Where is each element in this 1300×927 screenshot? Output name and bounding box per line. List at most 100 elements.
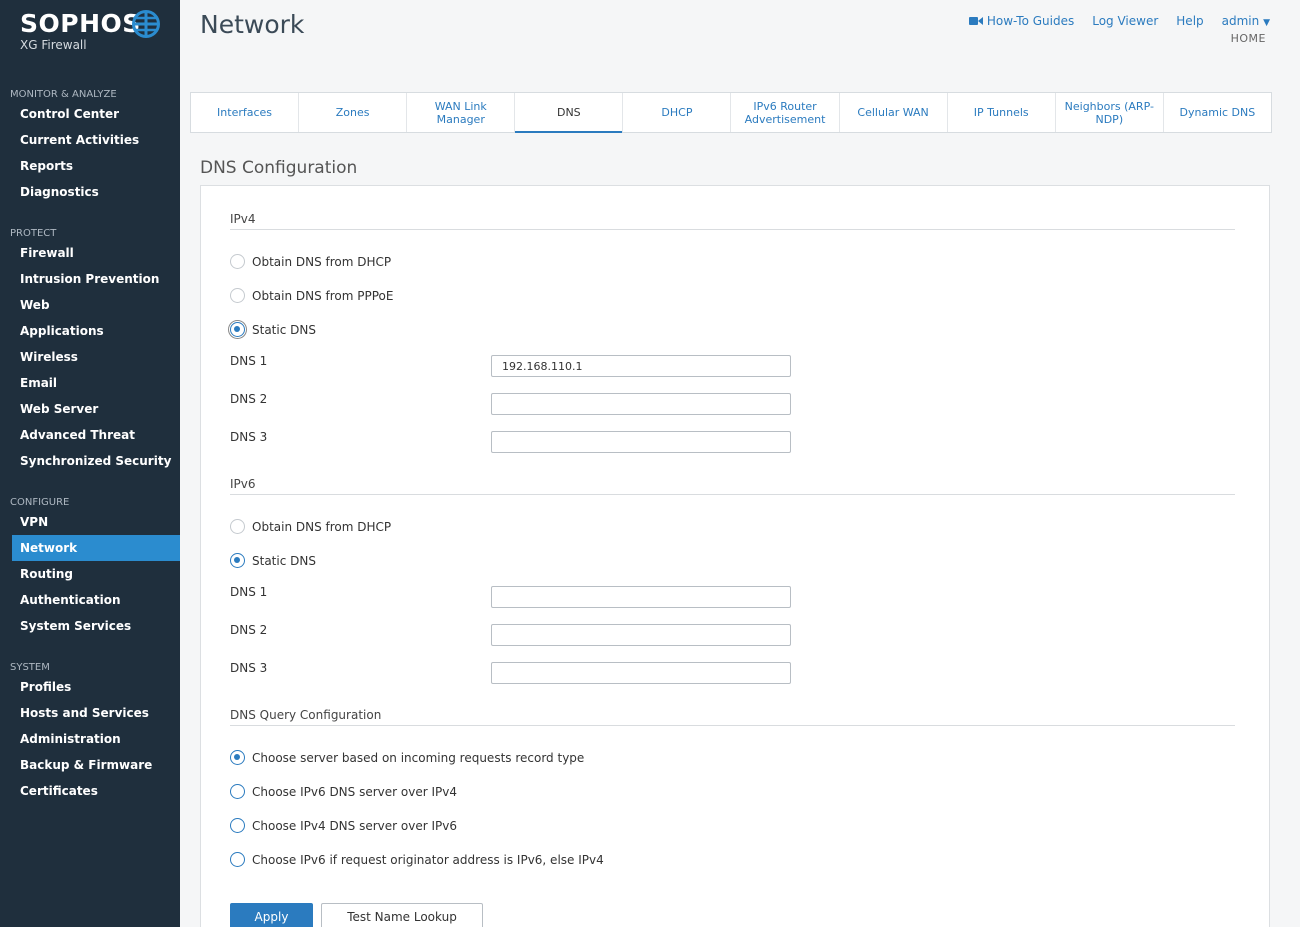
ipv4-dns3-label: DNS 3	[230, 430, 268, 444]
how-to-guides-link[interactable]: How-To Guides	[968, 14, 1074, 28]
nav-heading: PROTECT	[10, 228, 57, 239]
sidebar-item-vpn[interactable]: VPN	[0, 509, 180, 535]
ipv4-static-option[interactable]: Static DNS	[230, 322, 316, 337]
tab-cellular-wan[interactable]: Cellular WAN	[840, 93, 948, 132]
sidebar-item-system-services[interactable]: System Services	[0, 613, 180, 639]
nav-section-configure: CONFIGURE VPN Network Routing Authentica…	[0, 496, 180, 639]
divider	[230, 494, 1235, 495]
query-option-record-type[interactable]: Choose server based on incoming requests…	[230, 750, 584, 765]
ipv6-group-label: IPv6	[230, 477, 256, 491]
query-option-ipv4-over-ipv6[interactable]: Choose IPv4 DNS server over IPv6	[230, 818, 457, 833]
sidebar-item-current-activities[interactable]: Current Activities	[0, 127, 180, 153]
ipv6-dns1-input[interactable]	[491, 586, 791, 608]
admin-menu[interactable]: admin ▼	[1222, 14, 1270, 28]
section-title: DNS Configuration	[200, 158, 358, 178]
ipv6-dns3-label: DNS 3	[230, 661, 268, 675]
option-label: Obtain DNS from DHCP	[252, 519, 392, 534]
ipv4-group-label: IPv4	[230, 212, 256, 226]
tab-wan-link-manager[interactable]: WAN Link Manager	[407, 93, 516, 132]
tab-neighbors[interactable]: Neighbors (ARP-NDP)	[1056, 93, 1164, 132]
sidebar-item-intrusion-prevention[interactable]: Intrusion Prevention	[0, 266, 180, 292]
sidebar-item-firewall[interactable]: Firewall	[0, 240, 180, 266]
tab-dynamic-dns[interactable]: Dynamic DNS	[1164, 93, 1271, 132]
ipv4-dhcp-option[interactable]: Obtain DNS from DHCP	[230, 254, 391, 269]
option-label: Obtain DNS from DHCP	[252, 254, 392, 269]
option-label: Static DNS	[252, 322, 316, 337]
page-title: Network	[200, 10, 305, 39]
tab-dns[interactable]: DNS	[515, 93, 624, 133]
log-viewer-link[interactable]: Log Viewer	[1092, 14, 1158, 28]
sidebar-item-email[interactable]: Email	[0, 370, 180, 396]
option-label: Choose IPv4 DNS server over IPv6	[252, 818, 457, 833]
sidebar-item-authentication[interactable]: Authentication	[0, 587, 180, 613]
admin-label: admin	[1221, 14, 1260, 28]
query-option-ipv6-over-ipv4[interactable]: Choose IPv6 DNS server over IPv4	[230, 784, 457, 799]
ipv6-dns3-input[interactable]	[491, 662, 791, 684]
sidebar: SOPHOS XG Firewall MONITOR & ANALYZE Con…	[0, 0, 180, 927]
video-camera-icon	[968, 17, 983, 25]
sidebar-item-advanced-threat[interactable]: Advanced Threat	[0, 422, 180, 448]
test-name-lookup-button[interactable]: Test Name Lookup	[321, 903, 483, 927]
brand-name: SOPHOS	[20, 9, 141, 38]
sidebar-item-applications[interactable]: Applications	[0, 318, 180, 344]
sidebar-item-hosts-and-services[interactable]: Hosts and Services	[0, 700, 180, 726]
nav-section-monitor: MONITOR & ANALYZE Control Center Current…	[0, 88, 180, 205]
tab-zones[interactable]: Zones	[299, 93, 408, 132]
nav-section-protect: PROTECT Firewall Intrusion Prevention We…	[0, 227, 180, 474]
ipv4-dns1-label: DNS 1	[230, 354, 268, 368]
divider	[230, 725, 1235, 726]
brand-product: XG Firewall	[20, 38, 87, 52]
ipv4-dns3-input[interactable]	[491, 431, 791, 453]
sidebar-item-backup-firmware[interactable]: Backup & Firmware	[0, 752, 180, 778]
sidebar-item-profiles[interactable]: Profiles	[0, 674, 180, 700]
apply-button[interactable]: Apply	[230, 903, 313, 927]
divider	[230, 229, 1235, 230]
sidebar-item-web-server[interactable]: Web Server	[0, 396, 180, 422]
brand-logo[interactable]: SOPHOS XG Firewall	[20, 9, 160, 52]
sidebar-item-control-center[interactable]: Control Center	[0, 101, 180, 127]
query-option-originator[interactable]: Choose IPv6 if request originator addres…	[230, 852, 604, 867]
nav-heading: MONITOR & ANALYZE	[10, 89, 117, 100]
globe-icon	[132, 10, 160, 38]
sidebar-item-network[interactable]: Network	[12, 535, 180, 561]
radio-button[interactable]	[230, 288, 245, 303]
sidebar-item-diagnostics[interactable]: Diagnostics	[0, 179, 180, 205]
tab-ip-tunnels[interactable]: IP Tunnels	[948, 93, 1056, 132]
radio-button[interactable]	[230, 784, 245, 799]
sidebar-item-administration[interactable]: Administration	[0, 726, 180, 752]
ipv6-dhcp-option[interactable]: Obtain DNS from DHCP	[230, 519, 391, 534]
radio-button-checked[interactable]	[230, 553, 245, 568]
option-label: Choose IPv6 if request originator addres…	[252, 852, 604, 867]
option-label: Choose server based on incoming requests…	[252, 750, 585, 765]
tab-interfaces[interactable]: Interfaces	[191, 93, 300, 132]
tab-bar: Interfaces Zones WAN Link Manager DNS DH…	[190, 92, 1272, 133]
tab-ipv6-router-advertisement[interactable]: IPv6 Router Advertisement	[731, 93, 840, 132]
radio-button[interactable]	[230, 852, 245, 867]
radio-button[interactable]	[230, 519, 245, 534]
ipv4-pppoe-option[interactable]: Obtain DNS from PPPoE	[230, 288, 393, 303]
option-label: Obtain DNS from PPPoE	[252, 288, 394, 303]
ipv6-dns2-input[interactable]	[491, 624, 791, 646]
radio-button[interactable]	[230, 818, 245, 833]
sidebar-item-certificates[interactable]: Certificates	[0, 778, 180, 804]
sidebar-item-web[interactable]: Web	[0, 292, 180, 318]
radio-button-checked[interactable]	[230, 322, 245, 337]
radio-button-checked[interactable]	[230, 750, 245, 765]
sidebar-item-wireless[interactable]: Wireless	[0, 344, 180, 370]
sidebar-item-reports[interactable]: Reports	[0, 153, 180, 179]
radio-button[interactable]	[230, 254, 245, 269]
sidebar-item-synchronized-security[interactable]: Synchronized Security	[0, 448, 180, 474]
nav-heading: SYSTEM	[10, 662, 50, 673]
breadcrumb[interactable]: HOME	[1231, 32, 1266, 45]
option-label: Choose IPv6 DNS server over IPv4	[252, 784, 457, 799]
help-link[interactable]: Help	[1176, 14, 1203, 28]
top-links: How-To Guides Log Viewer Help admin ▼	[968, 14, 1270, 28]
ipv6-dns2-label: DNS 2	[230, 623, 268, 637]
sidebar-item-routing[interactable]: Routing	[0, 561, 180, 587]
tab-dhcp[interactable]: DHCP	[623, 93, 732, 132]
ipv4-dns1-input[interactable]	[491, 355, 791, 377]
caret-down-icon: ▼	[1263, 18, 1270, 28]
nav-section-system: SYSTEM Profiles Hosts and Services Admin…	[0, 661, 180, 804]
ipv4-dns2-input[interactable]	[491, 393, 791, 415]
ipv6-static-option[interactable]: Static DNS	[230, 553, 316, 568]
